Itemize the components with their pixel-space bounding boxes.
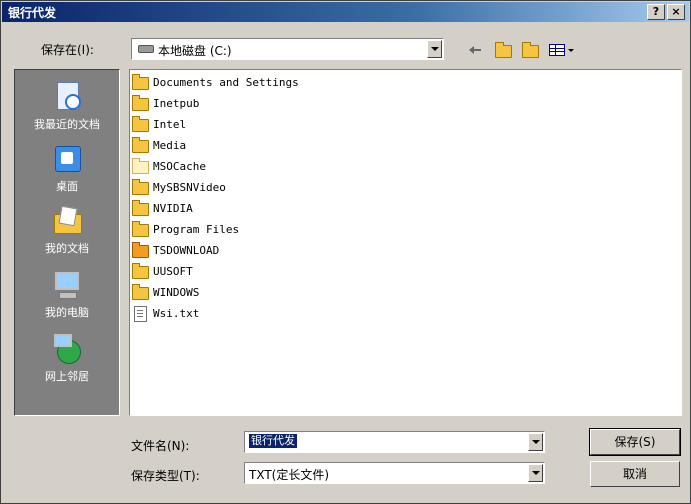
file-name: Intel [153,118,187,131]
save-in-dropdown[interactable]: 本地磁盘 (C:) [131,38,444,60]
file-list[interactable]: Documents and Settings Inetpub Intel Med… [129,69,682,416]
place-label: 我最近的文档 [34,118,100,131]
chevron-down-icon[interactable] [528,433,543,451]
filetype-dropdown[interactable]: TXT(定长文件) [244,462,545,484]
list-item[interactable]: UUSOFT [132,263,432,281]
folder-icon [132,116,149,132]
my-computer-icon [51,268,83,300]
folder-icon [132,137,149,153]
file-name: Media [153,139,187,152]
place-label: 桌面 [56,180,78,193]
list-item[interactable]: Documents and Settings [132,74,432,92]
filetype-value: TXT(定长文件) [249,468,330,482]
cancel-button[interactable]: 取消 [590,461,680,487]
list-item[interactable]: TSDOWNLOAD [132,242,432,260]
place-label: 我的电脑 [45,306,89,319]
list-item[interactable]: Program Files [132,221,432,239]
place-my-computer[interactable]: 我的电脑 [15,264,119,324]
file-name: UUSOFT [153,265,193,278]
window-title: 银行代发 [8,6,57,20]
new-folder-icon[interactable] [520,41,540,59]
folder-icon [132,179,149,195]
list-item[interactable]: Intel [132,116,432,134]
file-name: Inetpub [153,97,200,110]
file-name: MSOCache [153,160,206,173]
file-name: Documents and Settings [153,76,299,89]
folder-icon [132,95,149,111]
place-recent-documents[interactable]: 我最近的文档 [15,76,119,136]
filename-input[interactable]: 银行代发 [244,431,545,453]
place-label: 我的文档 [45,242,89,255]
folder-icon [132,263,149,279]
text-file-icon [134,306,147,322]
filename-value: 银行代发 [249,434,297,448]
list-item[interactable]: Media [132,137,432,155]
close-button[interactable]: × [667,4,685,20]
file-name: TSDOWNLOAD [153,244,220,257]
desktop-icon [51,142,83,174]
list-item[interactable]: WINDOWS [132,284,432,302]
views-menu-icon[interactable] [547,41,577,59]
filename-label: 文件名(N): [131,439,190,453]
recent-documents-icon [51,80,83,112]
folder-icon [132,284,149,300]
filetype-label: 保存类型(T): [131,469,200,483]
list-item[interactable]: MSOCache [132,158,432,176]
place-desktop[interactable]: 桌面 [15,138,119,198]
hidden-folder-icon [132,158,149,174]
folder-icon [132,74,149,90]
list-item[interactable]: Inetpub [132,95,432,113]
file-name: WINDOWS [153,286,200,299]
network-places-icon [51,332,83,364]
place-network[interactable]: 网上邻居 [15,328,119,388]
drive-icon [138,45,154,53]
help-button[interactable]: ? [647,4,665,20]
chevron-down-icon[interactable] [427,40,442,58]
my-documents-icon [51,204,83,236]
file-name: MySBSNVideo [153,181,226,194]
places-bar: 我最近的文档 桌面 我的文档 我的电脑 网上邻居 [14,69,120,416]
folder-icon [132,200,149,216]
file-name: NVIDIA [153,202,193,215]
file-name: Wsi.txt [153,307,200,320]
list-item[interactable]: NVIDIA [132,200,432,218]
save-button[interactable]: 保存(S) [589,428,681,456]
back-arrow-icon[interactable] [467,41,487,59]
file-name: Program Files [153,223,240,236]
special-folder-icon [132,242,149,258]
chevron-down-icon[interactable] [528,464,543,482]
folder-icon [132,221,149,237]
save-dialog: 银行代发 ? × 保存在(I): 本地磁盘 (C:) 我最近的文档 桌面 我的文… [0,0,691,504]
save-in-value: 本地磁盘 (C:) [158,44,232,58]
place-my-documents[interactable]: 我的文档 [15,200,119,260]
list-item[interactable]: MySBSNVideo [132,179,432,197]
up-folder-icon[interactable] [493,41,513,59]
save-in-label: 保存在(I): [41,43,94,57]
list-item[interactable]: Wsi.txt [132,305,432,323]
title-bar[interactable]: 银行代发 ? × [2,2,689,22]
place-label: 网上邻居 [45,370,89,383]
